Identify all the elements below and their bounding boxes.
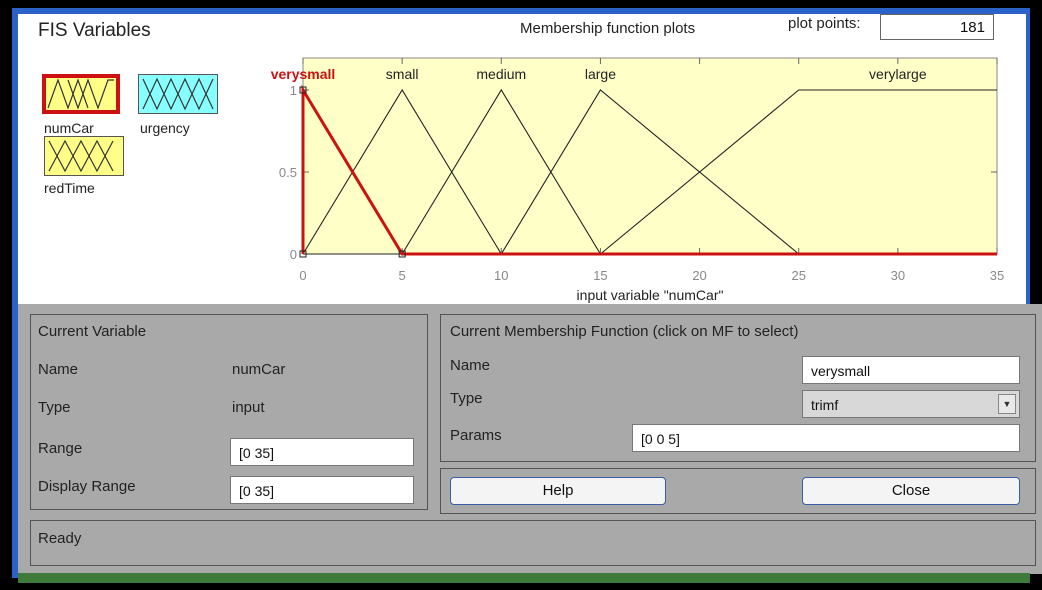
taskbar-strip [18,573,1030,583]
variable-name-value: numCar [232,361,286,378]
mf-label-verylarge[interactable]: verylarge [869,66,927,82]
x-tick-label: 10 [494,268,508,283]
x-axis-label: input variable "numCar" [577,287,724,303]
x-tick-label: 25 [791,268,805,283]
y-tick-label: 0 [290,247,297,262]
variable-type-value: input [232,399,265,416]
variable-name-label: Name [38,361,79,378]
x-tick-label: 0 [299,268,306,283]
mf-label-large[interactable]: large [585,66,616,82]
display-range-input[interactable]: [0 35] [230,476,414,504]
mf-name-label: Name [450,357,491,374]
x-tick-label: 20 [692,268,706,283]
y-tick-label: 0.5 [279,165,297,180]
x-tick-label: 35 [990,268,1004,283]
display-range-label: Display Range [38,478,136,495]
range-label: Range [38,440,83,457]
x-tick-label: 15 [593,268,607,283]
mf-label-medium[interactable]: medium [476,66,526,82]
current-variable-title: Current Variable [38,323,147,340]
x-tick-label: 30 [891,268,905,283]
y-tick-label: 1 [290,83,297,98]
help-button[interactable]: Help [450,477,666,505]
mf-params-input[interactable]: [0 0 5] [632,424,1020,452]
status-text: Ready [38,530,82,547]
range-input[interactable]: [0 35] [230,438,414,466]
mf-label-verysmall[interactable]: verysmall [271,66,336,82]
close-button[interactable]: Close [802,477,1020,505]
x-tick-label: 5 [399,268,406,283]
mf-label-small[interactable]: small [386,66,419,82]
mf-type-select[interactable]: trimf [802,390,1020,418]
mf-type-label: Type [450,390,483,407]
mf-params-label: Params [450,427,502,444]
status-panel [30,520,1036,566]
membership-function-chart[interactable]: 0 0.5 1 0 5 10 15 20 25 30 35 small medium large ver… [0,0,1042,310]
current-mf-title: Current Membership Function (click on MF… [450,323,799,340]
variable-type-label: Type [38,399,71,416]
mf-name-input[interactable]: verysmall [802,356,1020,384]
chevron-down-icon[interactable]: ▼ [998,394,1016,414]
plot-background [302,57,998,255]
